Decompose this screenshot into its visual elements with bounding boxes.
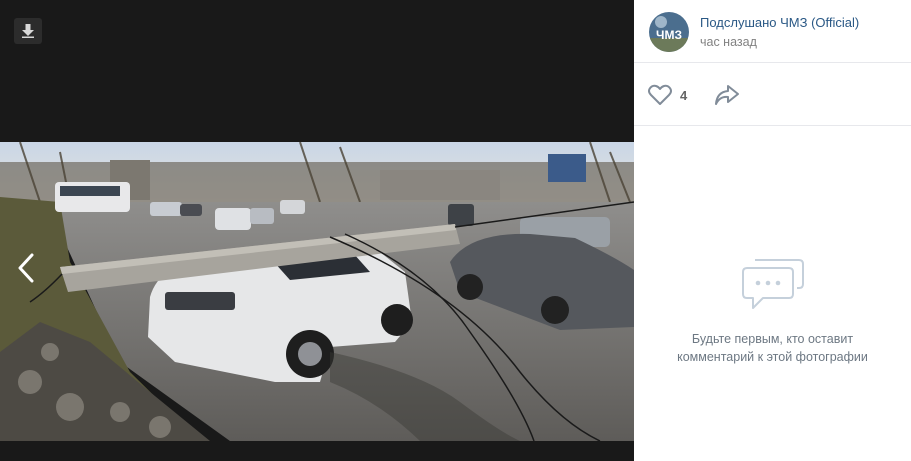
photo[interactable] [0, 142, 634, 441]
share-arrow-icon [715, 85, 739, 105]
like-count: 4 [680, 87, 688, 103]
previous-photo-button[interactable] [6, 246, 46, 290]
avatar[interactable]: ЧМЗ [649, 12, 689, 52]
comments-empty-text: Будьте первым, кто оставит комментарий к… [677, 332, 868, 364]
post-header: ЧМЗ Подслушано ЧМЗ (Official) час назад [634, 0, 911, 63]
download-button[interactable] [14, 18, 42, 44]
download-arrow-icon [22, 24, 34, 38]
info-panel: ЧМЗ Подслушано ЧМЗ (Official) час назад … [634, 0, 911, 461]
author-name[interactable]: Подслушано ЧМЗ (Official) [700, 15, 859, 30]
chevron-left-icon [18, 253, 34, 283]
photo-viewer [0, 0, 634, 461]
like-button[interactable]: 4 [648, 82, 687, 108]
post-actions: 4 [634, 63, 911, 126]
heart-icon [648, 84, 672, 105]
community-logo-icon: ЧМЗ [649, 12, 689, 52]
post-time[interactable]: час назад [700, 35, 757, 49]
comments-empty-state: Будьте первым, кто оставит комментарий к… [634, 254, 911, 366]
avatar-text: ЧМЗ [656, 28, 682, 42]
share-button[interactable] [714, 83, 740, 107]
comments-bubble-icon [741, 259, 804, 309]
